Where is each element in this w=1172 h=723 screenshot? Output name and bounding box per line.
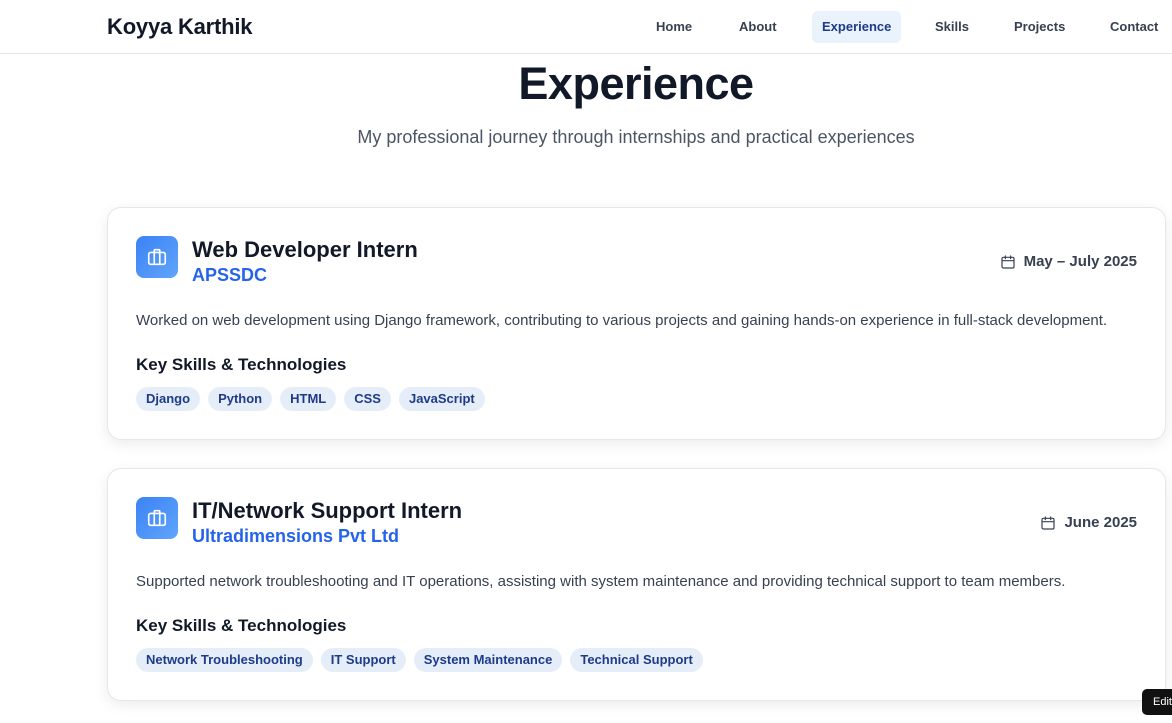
section-subtitle: My professional journey through internsh… xyxy=(357,127,915,147)
skill-tag: IT Support xyxy=(320,648,406,672)
nav-skills[interactable]: Skills xyxy=(925,11,979,43)
experience-card: IT/Network Support Intern Ultradimension… xyxy=(107,468,1166,701)
skills-heading: Key Skills & Technologies xyxy=(136,616,347,635)
job-title: IT/Network Support Intern xyxy=(192,498,463,523)
briefcase-icon xyxy=(136,236,178,278)
calendar-icon xyxy=(1000,254,1015,269)
job-description: Worked on web development using Django f… xyxy=(136,312,1108,329)
skill-tags: Network Troubleshooting IT Support Syste… xyxy=(136,648,703,672)
nav-projects[interactable]: Projects xyxy=(1004,11,1075,43)
date-text: May – July 2025 xyxy=(1023,253,1137,270)
skill-tag: System Maintenance xyxy=(413,648,563,672)
nav-contact[interactable]: Contact xyxy=(1100,11,1168,43)
site-brand[interactable]: Koyya Karthik xyxy=(107,14,253,40)
skill-tags: Django Python HTML CSS JavaScript xyxy=(136,387,485,411)
date-range: May – July 2025 xyxy=(1000,253,1137,270)
skill-tag: Python xyxy=(208,387,273,411)
skill-tag: Network Troubleshooting xyxy=(136,648,313,672)
date-range: June 2025 xyxy=(1040,514,1137,531)
skill-tag: Technical Support xyxy=(570,648,703,672)
skill-tag: CSS xyxy=(344,387,391,411)
job-title: Web Developer Intern xyxy=(192,237,418,262)
date-text: June 2025 xyxy=(1064,514,1137,531)
skills-heading: Key Skills & Technologies xyxy=(136,355,347,374)
nav-experience[interactable]: Experience xyxy=(812,11,902,43)
skill-tag: Django xyxy=(136,387,201,411)
skill-tag: JavaScript xyxy=(398,387,485,411)
edit-button[interactable]: Edit xyxy=(1142,689,1172,715)
skill-tag: HTML xyxy=(280,387,337,411)
nav-home[interactable]: Home xyxy=(646,11,702,43)
company-name: APSSDC xyxy=(192,265,268,285)
section-title: Experience xyxy=(518,58,754,109)
job-description: Supported network troubleshooting and IT… xyxy=(136,573,1066,590)
company-name: Ultradimensions Pvt Ltd xyxy=(192,526,400,546)
navbar: Koyya Karthik Home About Experience Skil… xyxy=(0,0,1172,54)
briefcase-icon xyxy=(136,497,178,539)
experience-card: Web Developer Intern APSSDC May – July 2… xyxy=(107,207,1166,440)
calendar-icon xyxy=(1041,515,1056,530)
nav-about[interactable]: About xyxy=(729,11,787,43)
